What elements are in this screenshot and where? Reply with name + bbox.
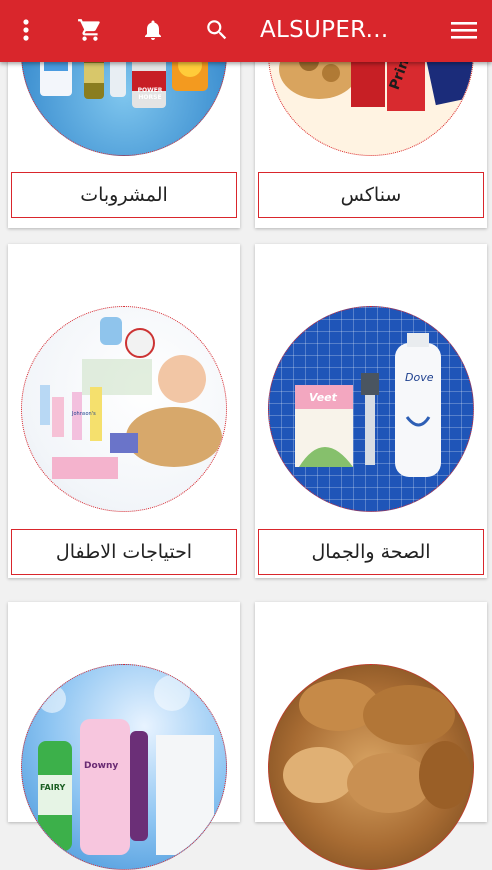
category-button-health-beauty[interactable]: الصحة والجمال (258, 529, 484, 575)
category-button-baby[interactable]: احتياجات الاطفال (11, 529, 237, 575)
more-vert-icon[interactable] (10, 14, 42, 46)
category-card-cleaning[interactable]: FAIRY Downy (8, 602, 240, 870)
category-image-cleaning: FAIRY Downy (21, 664, 227, 870)
veet-brand-caption: Veet (309, 391, 337, 404)
category-button-drinks[interactable]: المشروبات (11, 172, 237, 218)
search-icon[interactable] (201, 14, 233, 46)
top-app-bar: ALSUPER... (0, 0, 492, 62)
dove-brand-caption: Dove (405, 371, 434, 384)
menu-icon[interactable] (448, 14, 480, 46)
category-image-health-beauty: Veet Dove (268, 306, 474, 512)
category-button-snacks[interactable]: سناكس (258, 172, 484, 218)
app-title: ALSUPER... (260, 17, 389, 43)
bell-icon[interactable] (137, 14, 169, 46)
drinks-brand-caption: POWER HORSE (137, 87, 163, 101)
fairy-brand-caption: FAIRY (40, 783, 66, 792)
downy-brand-caption: Downy (84, 761, 119, 771)
baby-brand-caption: Johnson's (72, 411, 96, 417)
category-card-bakery[interactable] (255, 602, 487, 870)
cart-icon[interactable] (74, 14, 106, 46)
category-card-baby[interactable]: Johnson's احتياجات الاطفال (8, 244, 240, 578)
category-image-bakery (268, 664, 474, 870)
category-image-baby: Johnson's (21, 306, 227, 512)
category-card-health-beauty[interactable]: Veet Dove الصحة والجمال (255, 244, 487, 578)
